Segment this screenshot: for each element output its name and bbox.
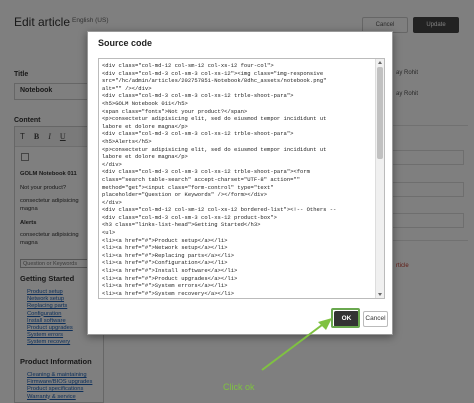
callout-arrow-icon <box>261 318 332 371</box>
callout-text: Click ok <box>223 382 255 392</box>
